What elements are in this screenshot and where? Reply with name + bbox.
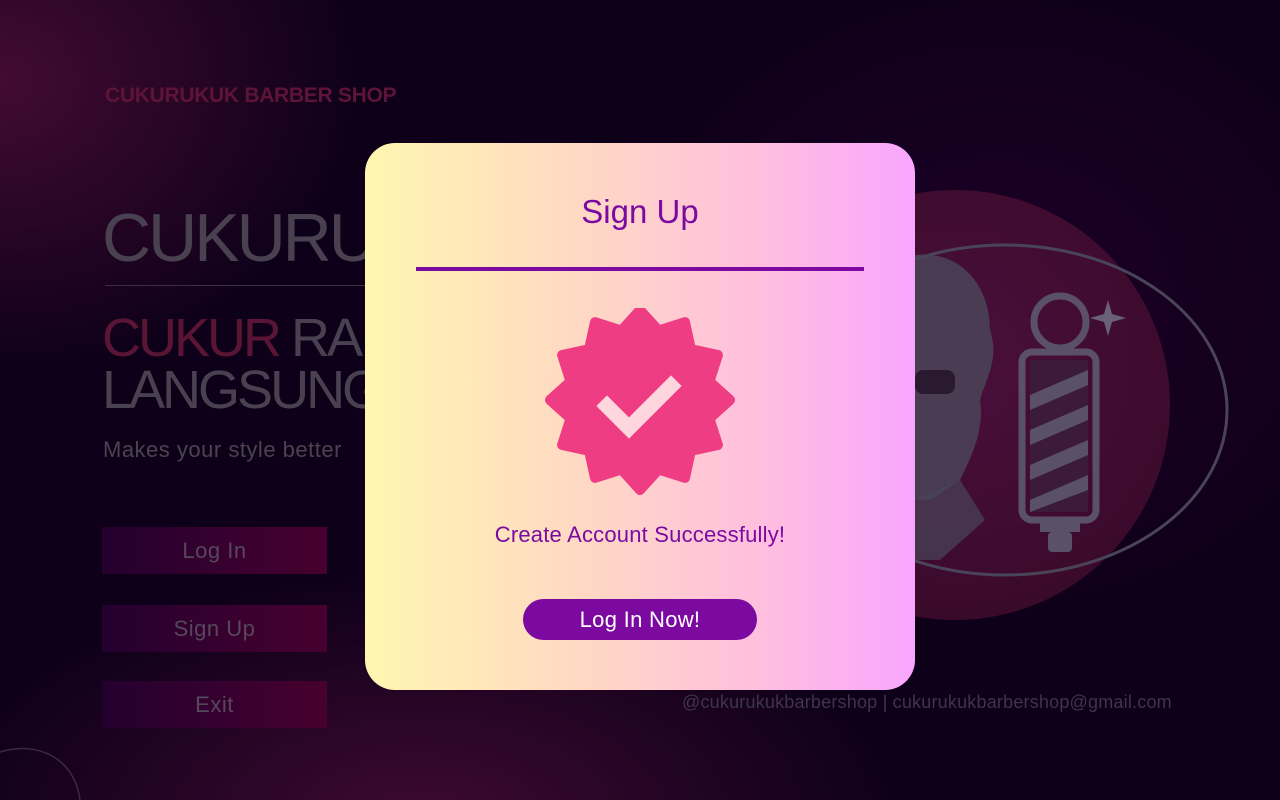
login-now-button[interactable]: Log In Now! bbox=[523, 599, 757, 640]
badge-shape bbox=[545, 308, 735, 495]
success-message: Create Account Successfully! bbox=[494, 522, 786, 547]
success-modal: Sign Up Create Account Successfully! Log… bbox=[365, 143, 915, 690]
modal-overlay: Sign Up Create Account Successfully! Log… bbox=[0, 0, 1280, 800]
app-screen: CUKURUKUK BARBER SHOP CUKURUKUK CUKUR RA… bbox=[0, 0, 1280, 800]
verified-badge-icon bbox=[545, 308, 735, 495]
modal-title: Sign Up bbox=[581, 193, 699, 230]
modal-divider bbox=[416, 267, 864, 271]
